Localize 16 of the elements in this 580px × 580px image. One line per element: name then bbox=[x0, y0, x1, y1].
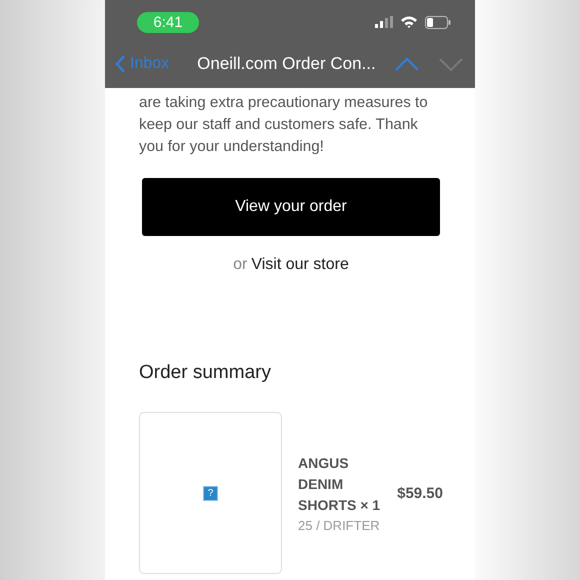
view-order-button[interactable]: View your order bbox=[142, 178, 440, 236]
previous-button[interactable] bbox=[394, 56, 420, 72]
signal-icon bbox=[375, 16, 393, 28]
back-chevron-icon bbox=[115, 55, 126, 73]
store-link[interactable]: Visit our store bbox=[251, 256, 349, 274]
order-summary-heading: Order summary bbox=[139, 362, 272, 384]
email-subject: Oneill.com Order Con... bbox=[197, 54, 376, 74]
body-text: are taking extra precautionary measures to keep our staff and customers safe. Thank you for your understanding! bbox=[139, 93, 429, 157]
wifi-icon bbox=[401, 16, 417, 28]
clock-time: 6:41 bbox=[137, 12, 199, 32]
broken-image-icon: ? bbox=[203, 486, 218, 500]
product-price: $59.50 bbox=[397, 484, 443, 502]
product-name: ANGUS DENIM SHORTS × 1 bbox=[298, 454, 382, 515]
or-text: or bbox=[233, 256, 248, 274]
battery-icon bbox=[425, 16, 451, 28]
product-variant: 25 / DRIFTER bbox=[298, 518, 381, 533]
